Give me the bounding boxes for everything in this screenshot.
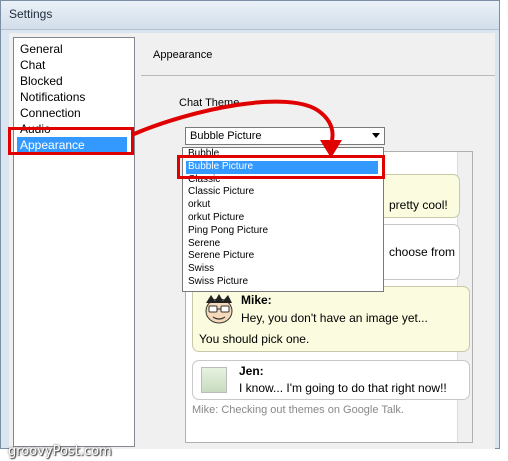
window-title: Settings bbox=[9, 7, 53, 21]
nav-item-blocked[interactable]: Blocked bbox=[17, 73, 127, 89]
nav-item-chat[interactable]: Chat bbox=[17, 57, 127, 73]
theme-option-serene-picture[interactable]: Serene Picture bbox=[186, 250, 378, 263]
chat-theme-select[interactable]: Bubble Picture bbox=[185, 127, 385, 145]
theme-option-swiss[interactable]: Swiss bbox=[186, 263, 378, 276]
mike-name: Mike: bbox=[241, 293, 272, 307]
mike-avatar bbox=[205, 294, 233, 324]
chevron-down-icon[interactable] bbox=[372, 133, 380, 138]
mike-line-1: Hey, you don't have an image yet... bbox=[241, 311, 428, 325]
theme-option-orkut[interactable]: orkut bbox=[186, 199, 378, 212]
panel-title: Appearance bbox=[153, 49, 213, 61]
preview-status-line: Mike: Checking out themes on Google Talk… bbox=[192, 404, 404, 416]
theme-option-serene[interactable]: Serene bbox=[186, 238, 378, 251]
theme-option-classic-picture[interactable]: Classic Picture bbox=[186, 186, 378, 199]
annotation-box-bubble-picture bbox=[177, 155, 385, 179]
jen-line-1: I know... I'm going to do that right now… bbox=[239, 381, 447, 395]
annotation-box-appearance bbox=[8, 127, 134, 155]
theme-option-orkut-picture[interactable]: orkut Picture bbox=[186, 212, 378, 225]
title-bar: Settings bbox=[1, 1, 499, 30]
settings-nav-list[interactable]: General Chat Blocked Notifications Conne… bbox=[13, 37, 135, 447]
preview-bubble-2-text: choose from bbox=[389, 245, 456, 259]
watermark-logo: groovyPost.com bbox=[8, 444, 112, 459]
mike-message-bubble: Mike: Hey, you don't have an image yet..… bbox=[192, 286, 470, 352]
nav-item-notifications[interactable]: Notifications bbox=[17, 89, 127, 105]
theme-option-swiss-picture[interactable]: Swiss Picture bbox=[186, 276, 378, 289]
jen-avatar bbox=[201, 367, 227, 393]
panel-divider bbox=[141, 75, 495, 76]
theme-option-ping-pong-picture[interactable]: Ping Pong Picture bbox=[186, 225, 378, 238]
chat-theme-select-value: Bubble Picture bbox=[190, 130, 262, 142]
mike-line-2: You should pick one. bbox=[199, 332, 310, 346]
nav-item-connection[interactable]: Connection bbox=[17, 105, 127, 121]
jen-name: Jen: bbox=[239, 364, 264, 378]
jen-message-bubble: Jen: I know... I'm going to do that righ… bbox=[192, 360, 470, 400]
preview-bubble-1-text: pretty cool! bbox=[389, 198, 448, 212]
nav-item-general[interactable]: General bbox=[17, 41, 127, 57]
chat-theme-label: Chat Theme bbox=[179, 97, 240, 109]
